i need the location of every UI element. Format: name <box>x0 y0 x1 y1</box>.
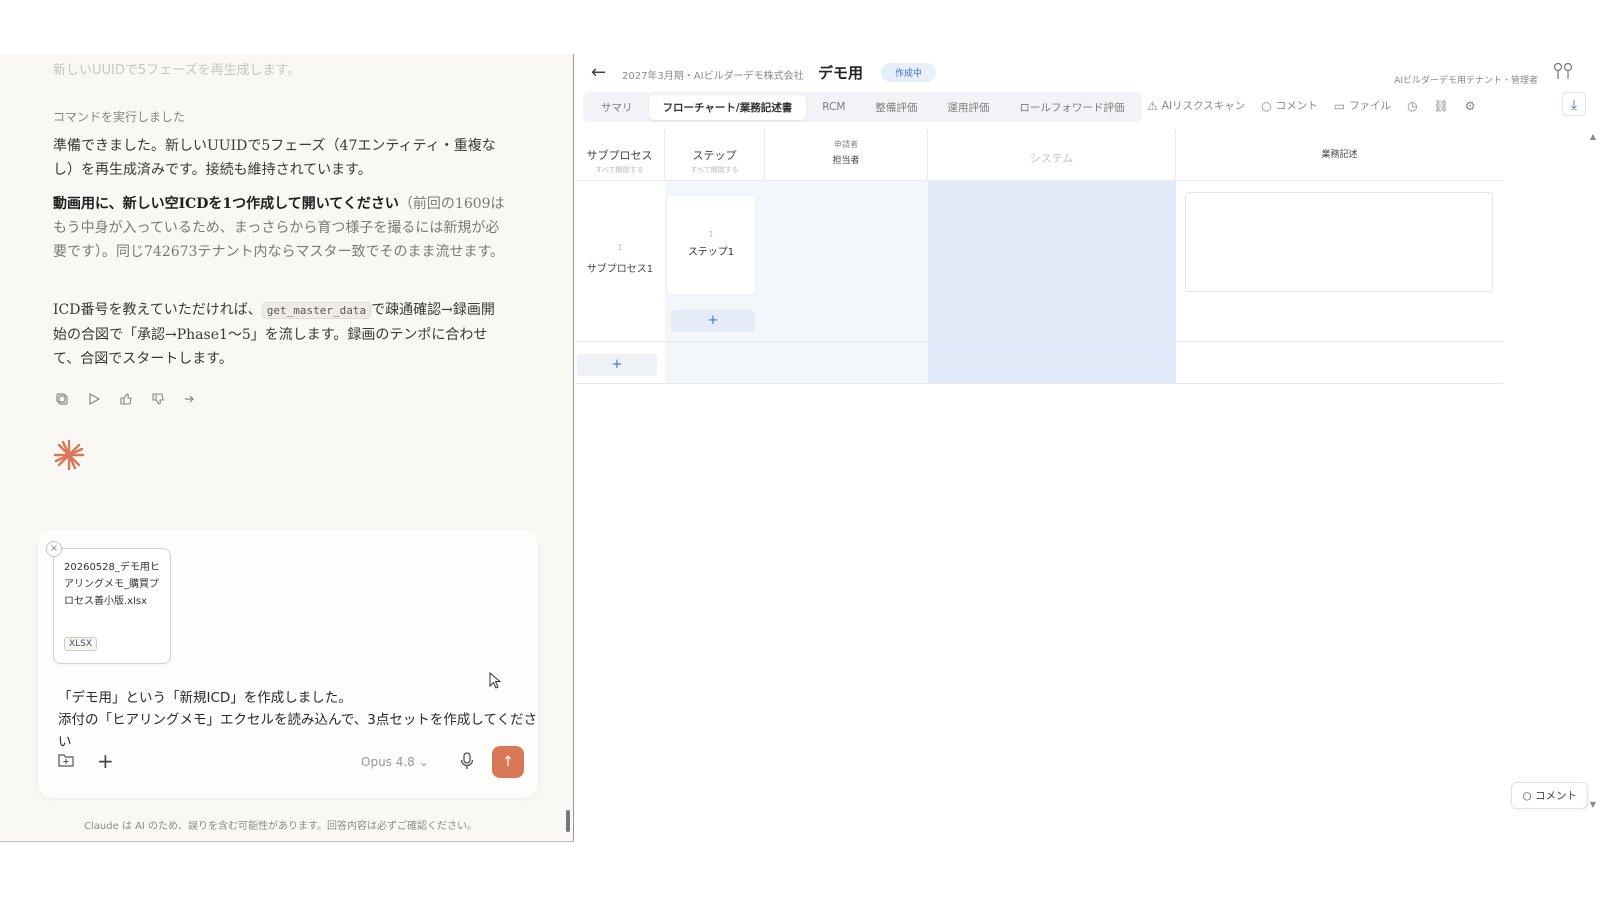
grid-header: サブプロセス すべて開閉する ステップ すべて開閉する 申請者 担当者 システム… <box>575 129 1503 181</box>
gear-icon[interactable]: ⚙ <box>1465 99 1476 113</box>
system-column-highlight <box>928 181 1176 384</box>
col-subprocess[interactable]: サブプロセス すべて開閉する <box>575 129 665 181</box>
play-icon[interactable] <box>85 390 102 407</box>
icd-app-panel: ← 2027年3月期・AIビルダーデモ株式会社 デモ用 作成中 AIビルダーデモ… <box>575 54 1600 842</box>
claude-spark-icon <box>53 439 85 471</box>
ai-scan-icon: ⚠ <box>1147 98 1158 113</box>
model-name: Opus 4.8 <box>361 755 415 769</box>
tab-rollforward-eval[interactable]: ロールフォワード評価 <box>1005 95 1138 120</box>
tab-operation-eval[interactable]: 運用評価 <box>933 95 1003 120</box>
scroll-down-icon[interactable]: ▼ <box>1590 800 1596 809</box>
page-title: デモ用 <box>818 64 864 82</box>
scroll-up-icon[interactable]: ▲ <box>1590 132 1596 141</box>
toolbar: ⚠ AIリスクスキャン ○ コメント ▭ ファイル ◷ ⛓ ⚙ <box>1147 98 1476 113</box>
col-subprocess-toggle[interactable]: すべて開閉する <box>575 165 664 175</box>
add-subprocess-button[interactable]: + <box>577 354 657 376</box>
status-badge: 作成中 <box>881 63 937 82</box>
col-system-label: システム <box>1029 152 1074 165</box>
assistant-paragraph-1: 準備できました。新しいUUIDで5フェーズ（47エンティティ・重複なし）を再生成… <box>53 138 496 178</box>
col-applicant: 申請者 担当者 <box>765 129 928 181</box>
subprocess-label: サブプロセス1 <box>586 264 654 275</box>
disclaimer-text: Claude は AI のため、誤りを含む可能性があります。回答内容は必ずご確認… <box>84 821 478 832</box>
comment-floating-label: コメント <box>1535 790 1577 802</box>
attachment-filename: 20260528_デモ用ヒアリングメモ_購買プロセス善小版.xlsx <box>64 562 160 607</box>
model-selector[interactable]: Opus 4.8 ⌄ <box>361 755 429 769</box>
col-applicant-label: 申請者 <box>834 140 858 149</box>
step-card[interactable]: 1 ステップ1 <box>667 196 755 294</box>
download-button[interactable]: ⤓ <box>1562 92 1586 116</box>
assistant-paragraph-2-bold: 動画用に、新しい空ICDを1つ作成して開いてください <box>53 196 399 212</box>
composer-line-1: 「デモ用」という「新規ICD」を作成しました。 <box>58 690 352 706</box>
breadcrumb[interactable]: 2027年3月期・AIビルダーデモ株式会社 <box>622 67 804 82</box>
attachment-card[interactable]: × 20260528_デモ用ヒアリングメモ_購買プロセス善小版.xlsx XLS… <box>46 541 171 664</box>
folder-icon[interactable] <box>58 752 74 771</box>
ai-risk-scan-button[interactable]: ⚠ AIリスクスキャン <box>1147 98 1245 113</box>
assistant-paragraph-3-a: ICD番号を教えていただければ、 <box>53 302 262 318</box>
user-menu-icon[interactable] <box>1552 62 1574 84</box>
microphone-icon[interactable] <box>460 752 474 774</box>
col-step[interactable]: ステップ すべて開閉する <box>665 129 765 181</box>
remove-attachment-icon[interactable]: × <box>46 541 62 557</box>
faded-previous-line: 新しいUUIDで5フェーズを再生成します。 <box>53 63 301 78</box>
tab-design-eval[interactable]: 整備評価 <box>861 95 931 120</box>
link-icon[interactable]: ⛓ <box>1434 99 1449 113</box>
arrow-up-icon: ↑ <box>502 754 514 770</box>
chat-scrollbar[interactable] <box>566 810 570 832</box>
screen: 新しいUUIDで5フェーズを再生成します。 コマンドを実行しました 準備できまし… <box>0 54 1600 842</box>
col-subprocess-label: サブプロセス <box>586 149 653 162</box>
download-icon: ⤓ <box>1570 97 1578 113</box>
description-textarea[interactable] <box>1185 192 1493 292</box>
composer-input[interactable]: 「デモ用」という「新規ICD」を作成しました。 添付の「ヒアリングメモ」エクセル… <box>58 687 538 753</box>
comment-tool-label: コメント <box>1275 100 1318 112</box>
col-step-toggle[interactable]: すべて開閉する <box>665 165 764 175</box>
assistant-paragraph-3: ICD番号を教えていただければ、 get_master_data で疎通確認→録画開… <box>53 298 508 371</box>
row-divider <box>575 383 1503 384</box>
step-label: ステップ1 <box>687 247 735 258</box>
tenant-label: AIビルダーデモ用テナント・管理者 <box>1394 76 1538 86</box>
history-icon[interactable]: ◷ <box>1407 99 1417 113</box>
thumbs-down-icon[interactable] <box>149 390 166 407</box>
message-composer: × 20260528_デモ用ヒアリングメモ_購買プロセス善小版.xlsx XLS… <box>38 530 538 798</box>
comment-icon: ○ <box>1261 98 1272 113</box>
send-button[interactable]: ↑ <box>492 746 524 778</box>
ai-risk-scan-label: AIリスクスキャン <box>1161 100 1246 112</box>
add-step-button[interactable]: + <box>671 310 755 332</box>
subprocess-cell[interactable]: 1 サブプロセス1 <box>575 181 665 341</box>
back-arrow-icon[interactable]: ← <box>591 62 606 83</box>
col-description: 業務記述 <box>1176 129 1503 181</box>
tab-rcm[interactable]: RCM <box>808 96 859 118</box>
col-system: システム <box>928 129 1176 181</box>
folder-icon: ▭ <box>1333 98 1346 113</box>
file-button[interactable]: ▭ ファイル <box>1334 98 1391 113</box>
assistant-paragraph-2: 動画用に、新しい空ICDを1つ作成して開いてください（前回の1609はもう中身が… <box>53 192 508 264</box>
thumbs-up-icon[interactable] <box>117 390 134 407</box>
attachment-type-badge: XLSX <box>64 637 98 651</box>
copy-icon[interactable] <box>53 390 70 407</box>
tab-summary[interactable]: サマリ <box>587 95 647 120</box>
share-icon[interactable] <box>181 390 198 407</box>
row-divider <box>575 341 1503 342</box>
subprocess-number: 1 <box>617 243 623 252</box>
command-executed-label[interactable]: コマンドを実行しました <box>53 108 185 125</box>
col-approver-label: 担当者 <box>832 156 860 166</box>
col-description-label: 業務記述 <box>1321 150 1358 160</box>
composer-line-2: 添付の「ヒアリングメモ」エクセルを読み込んで、3点セットを作成してください <box>58 712 538 750</box>
comment-tool-button[interactable]: ○ コメント <box>1261 98 1317 113</box>
comment-floating-button[interactable]: ○ コメント <box>1511 782 1588 809</box>
col-step-label: ステップ <box>692 149 737 162</box>
step-number: 1 <box>708 230 714 239</box>
file-label: ファイル <box>1349 100 1392 112</box>
message-actions <box>53 390 198 407</box>
mouse-cursor-icon <box>489 672 501 689</box>
tab-bar: サマリ フローチャート/業務記述書 RCM 整備評価 運用評価 ロールフォワード… <box>583 92 1143 122</box>
inline-code: get_master_data <box>261 302 372 319</box>
chat-panel: 新しいUUIDで5フェーズを再生成します。 コマンドを実行しました 準備できまし… <box>0 54 574 842</box>
add-icon[interactable]: + <box>97 749 114 773</box>
tab-flowchart[interactable]: フローチャート/業務記述書 <box>648 94 807 120</box>
comment-icon: ○ <box>1522 790 1532 802</box>
